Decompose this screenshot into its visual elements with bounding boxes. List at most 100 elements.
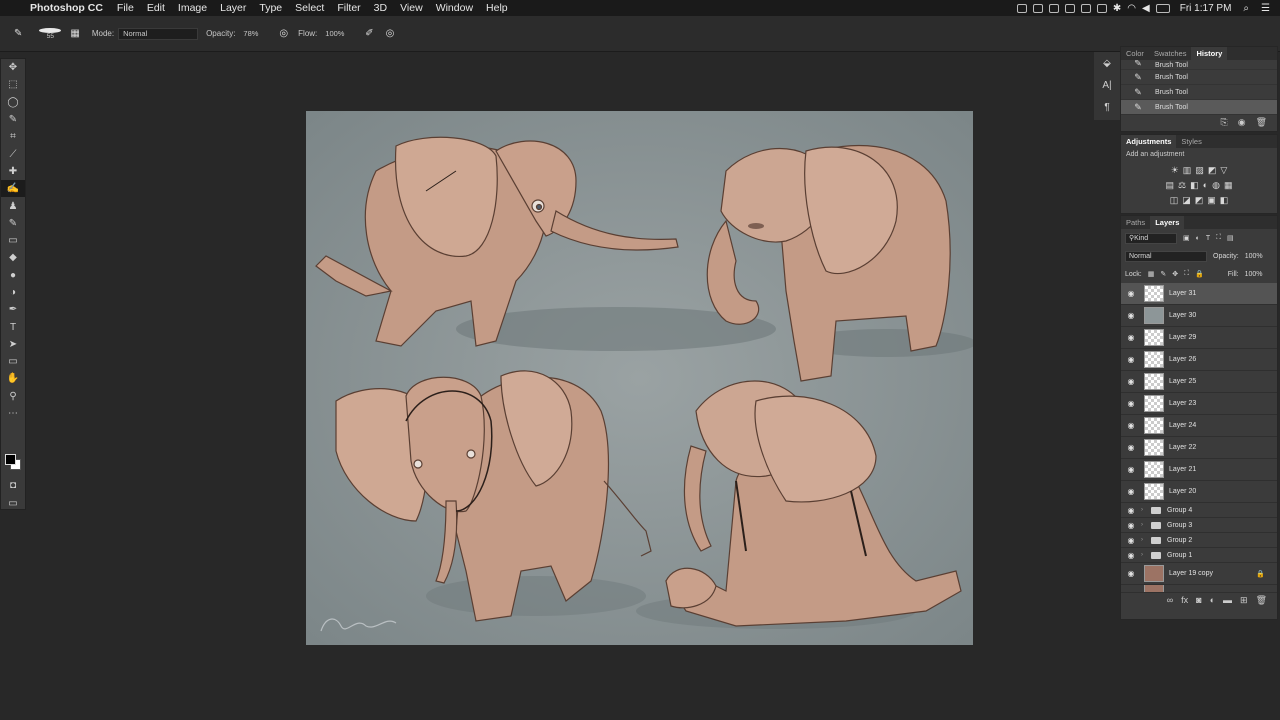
tab-history[interactable]: History: [1191, 47, 1228, 60]
history-state[interactable]: ✎ Brush Tool: [1121, 85, 1277, 100]
exposure-icon[interactable]: ◩: [1208, 165, 1217, 176]
invert-icon[interactable]: ◫: [1170, 195, 1179, 206]
layer-row[interactable]: ◉ Layer 31: [1121, 283, 1277, 305]
brush-tool-icon[interactable]: ✍: [1, 180, 25, 198]
eye-icon[interactable]: ◉: [1121, 521, 1141, 530]
menu-3d[interactable]: 3D: [374, 2, 387, 14]
snapshot-icon[interactable]: ◉: [1238, 117, 1246, 128]
layer-row-partial[interactable]: [1121, 585, 1277, 593]
layer-row[interactable]: ◉ Layer 23: [1121, 393, 1277, 415]
tab-color[interactable]: Color: [1121, 49, 1149, 58]
lock-position-icon[interactable]: ✥: [1172, 270, 1178, 278]
search-icon[interactable]: ⌕: [1243, 3, 1249, 14]
lasso-tool-icon[interactable]: ◯: [1, 94, 25, 111]
layer-row[interactable]: ◉ Layer 30: [1121, 305, 1277, 327]
wifi-icon[interactable]: ◠: [1127, 3, 1136, 14]
layer-row[interactable]: ◉ Layer 26: [1121, 349, 1277, 371]
layer-row[interactable]: ◉ Layer 19 copy 🔒: [1121, 563, 1277, 585]
selective-color-icon[interactable]: ◧: [1220, 195, 1229, 206]
dodge-tool-icon[interactable]: ◑: [1, 284, 25, 301]
history-brush-tool-icon[interactable]: ✎: [1, 215, 25, 232]
sync-icon[interactable]: [1064, 3, 1075, 13]
layer-filter-select[interactable]: ⚲ Kind: [1125, 232, 1177, 244]
quick-select-tool-icon[interactable]: ✎: [1, 111, 25, 128]
eye-icon[interactable]: ◉: [1121, 311, 1141, 320]
layer-row[interactable]: ◉ Layer 29: [1121, 327, 1277, 349]
dropbox-icon[interactable]: [1016, 3, 1027, 13]
tab-styles[interactable]: Styles: [1176, 137, 1206, 146]
stamp-tool-icon[interactable]: ♟: [1, 197, 25, 214]
volume-icon[interactable]: ◀: [1142, 3, 1150, 14]
eye-icon[interactable]: ◉: [1121, 569, 1141, 578]
eye-icon[interactable]: ◉: [1121, 465, 1141, 474]
eye-icon[interactable]: ◉: [1121, 399, 1141, 408]
color-lookup-icon[interactable]: ▦: [1224, 180, 1233, 191]
layer-row[interactable]: ◉ Layer 20: [1121, 481, 1277, 503]
eraser-tool-icon[interactable]: ▭: [1, 232, 25, 249]
blur-tool-icon[interactable]: ●: [1, 267, 25, 284]
brush-preset-picker[interactable]: 55: [38, 27, 62, 40]
trash-icon[interactable]: 🗑: [1256, 117, 1267, 128]
cloud-icon[interactable]: [1080, 3, 1091, 13]
brush-panel-icon[interactable]: ▦: [70, 28, 79, 39]
path-select-tool-icon[interactable]: ➤: [1, 336, 25, 353]
eye-icon[interactable]: ◉: [1121, 506, 1141, 515]
more-tools-icon[interactable]: ⋯: [1, 405, 25, 422]
filter-pixel-icon[interactable]: ▣: [1183, 234, 1190, 242]
lock-paint-icon[interactable]: ✎: [1160, 270, 1166, 278]
new-layer-icon[interactable]: ⊞: [1240, 595, 1248, 606]
history-state[interactable]: ✎ Brush Tool: [1121, 70, 1277, 85]
layer-style-icon[interactable]: fx: [1181, 595, 1188, 606]
lock-all-icon[interactable]: 🔒: [1195, 270, 1204, 278]
brightness-icon[interactable]: ☀: [1171, 165, 1179, 176]
eyedropper-tool-icon[interactable]: ⟋: [1, 145, 25, 162]
eye-icon[interactable]: ◉: [1121, 443, 1141, 452]
threshold-icon[interactable]: ◩: [1195, 195, 1204, 206]
bluetooth-icon[interactable]: ✱: [1113, 3, 1121, 14]
trash-icon[interactable]: 🗑: [1256, 595, 1267, 606]
menu-view[interactable]: View: [400, 2, 423, 14]
screen-mode-icon[interactable]: ▭: [1, 495, 25, 512]
menu-window[interactable]: Window: [436, 2, 473, 14]
move-tool-icon[interactable]: ✥: [1, 59, 25, 76]
character-icon[interactable]: A|: [1094, 74, 1120, 96]
filter-type-icon[interactable]: T: [1206, 235, 1210, 242]
menu-layer[interactable]: Layer: [220, 2, 246, 14]
group-row[interactable]: ◉ › Group 3: [1121, 518, 1277, 533]
app-name[interactable]: Photoshop CC: [30, 2, 103, 14]
link-layers-icon[interactable]: ∞: [1167, 595, 1173, 606]
menu-image[interactable]: Image: [178, 2, 207, 14]
type-tool-icon[interactable]: T: [1, 318, 25, 335]
history-state-current[interactable]: ✎ Brush Tool: [1121, 100, 1277, 115]
tab-paths[interactable]: Paths: [1121, 218, 1150, 227]
vibrance-icon[interactable]: ▽: [1220, 165, 1227, 176]
layer-opacity-value[interactable]: 100%: [1245, 253, 1263, 260]
properties-icon[interactable]: ⬙: [1094, 52, 1120, 74]
group-row[interactable]: ◉ › Group 2: [1121, 533, 1277, 548]
time-machine-icon[interactable]: [1096, 3, 1107, 13]
menu-file[interactable]: File: [117, 2, 134, 14]
group-row[interactable]: ◉ › Group 1: [1121, 548, 1277, 563]
eye-icon[interactable]: ◉: [1121, 487, 1141, 496]
zoom-tool-icon[interactable]: ⚲: [1, 388, 25, 405]
document-canvas[interactable]: [306, 111, 973, 645]
menu-select[interactable]: Select: [295, 2, 324, 14]
tab-layers[interactable]: Layers: [1150, 216, 1185, 229]
chevron-right-icon[interactable]: ›: [1141, 537, 1151, 543]
layer-row[interactable]: ◉ Layer 22: [1121, 437, 1277, 459]
paragraph-icon[interactable]: ¶: [1094, 96, 1120, 118]
pressure-opacity-icon[interactable]: ◎: [279, 28, 288, 39]
eye-icon[interactable]: ◉: [1121, 289, 1141, 298]
adjustment-layer-icon[interactable]: ◐: [1210, 595, 1215, 606]
foreground-color-swatch[interactable]: [5, 454, 16, 465]
levels-icon[interactable]: ▥: [1183, 165, 1192, 176]
gradient-tool-icon[interactable]: ◆: [1, 249, 25, 266]
flow-field[interactable]: 100%: [321, 28, 355, 40]
opacity-field[interactable]: 78%: [239, 28, 269, 40]
filter-shape-icon[interactable]: ⛶: [1216, 234, 1221, 242]
photo-filter-icon[interactable]: ◐: [1203, 180, 1208, 191]
new-document-from-state-icon[interactable]: ⎘: [1221, 117, 1228, 128]
layer-row[interactable]: ◉ Layer 25: [1121, 371, 1277, 393]
hand-tool-icon[interactable]: ✋: [1, 370, 25, 387]
healing-tool-icon[interactable]: ✚: [1, 163, 25, 180]
